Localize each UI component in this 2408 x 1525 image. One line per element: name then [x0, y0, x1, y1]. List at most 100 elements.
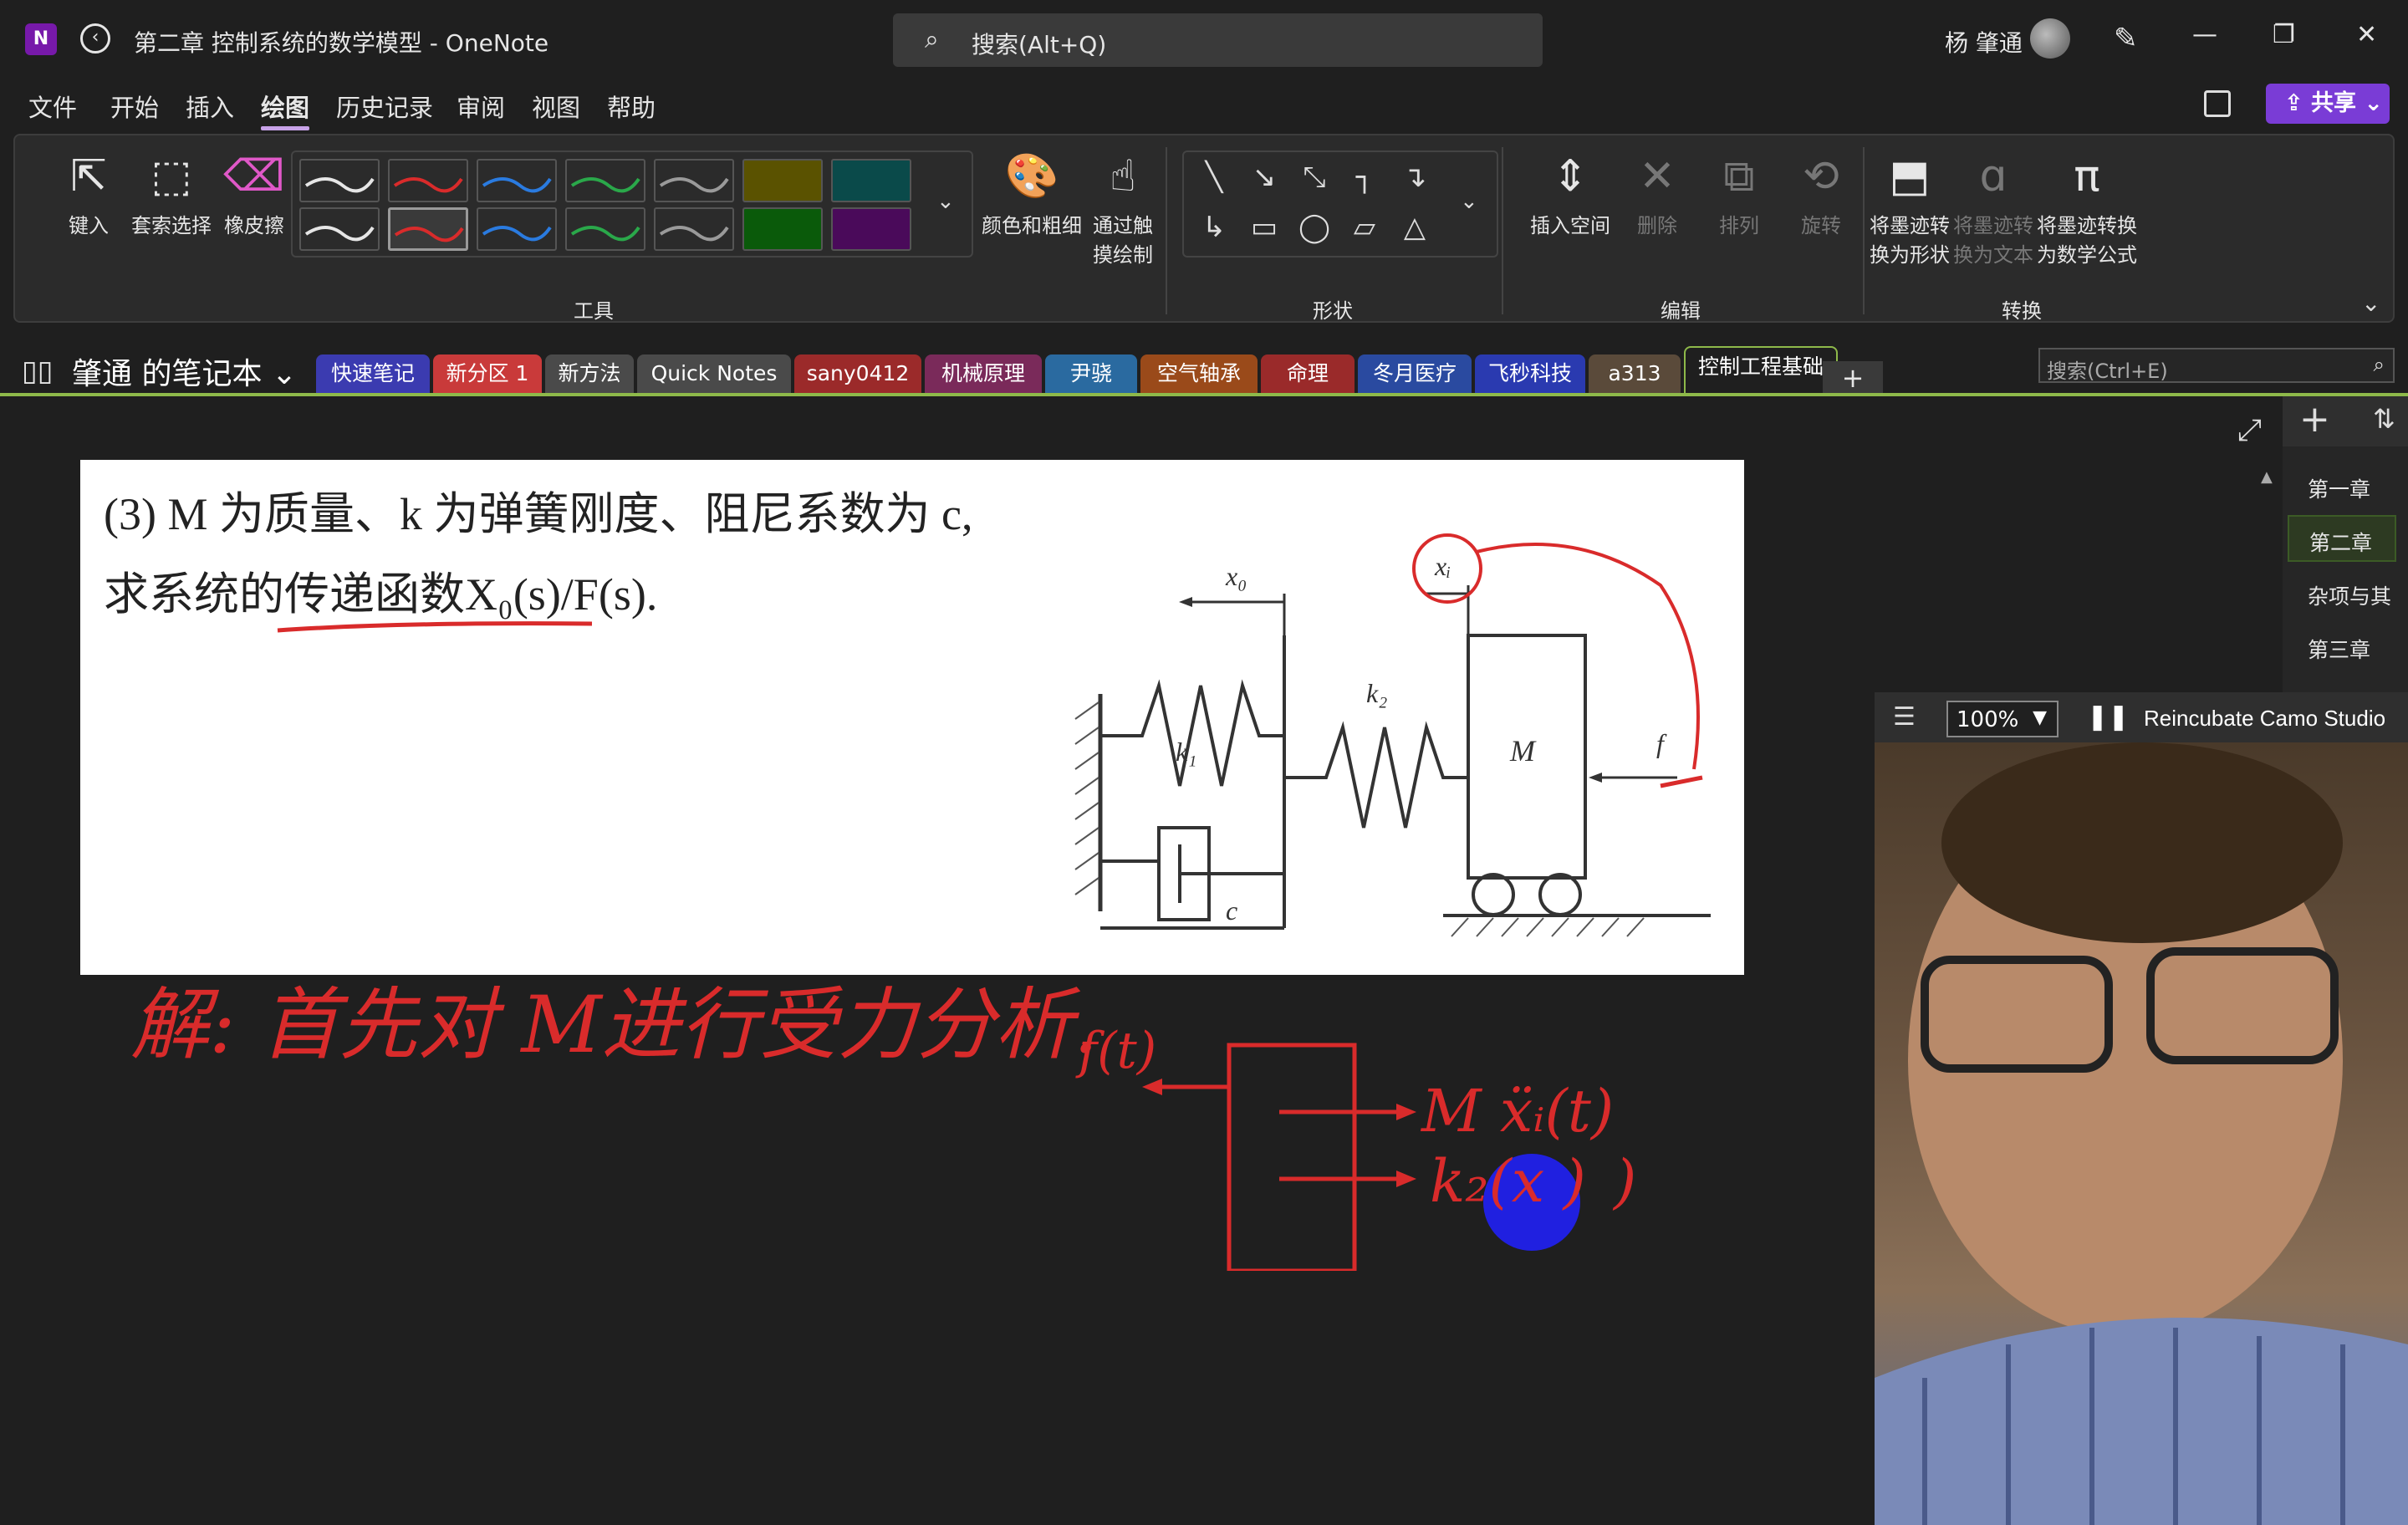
ink-to-math-button[interactable]: π 将墨迹转换为数学公式	[2035, 147, 2139, 268]
menu-file[interactable]: 文件	[28, 89, 77, 124]
section-tab[interactable]: 机械原理	[925, 354, 1042, 395]
minimize-button[interactable]: —	[2192, 20, 2217, 49]
touch-draw-button[interactable]: ☝ 通过触摸绘制	[1077, 147, 1169, 268]
page-item-misc[interactable]: 杂项与其	[2288, 570, 2396, 617]
pen-8[interactable]	[477, 207, 557, 251]
shape-gallery-expand-icon[interactable]: ⌄	[1460, 189, 1478, 214]
double-arrow-shape-icon[interactable]: ⤡	[1294, 157, 1334, 197]
section-tab[interactable]: 空气轴承	[1140, 354, 1258, 395]
pen-1[interactable]	[299, 159, 380, 202]
hamburger-menu-icon[interactable]: ☰	[1893, 702, 1916, 732]
elbow-shape-icon[interactable]: ┐	[1344, 157, 1385, 197]
ink-to-shape-button[interactable]: ⬒ 将墨迹转换为形状	[1868, 147, 1951, 268]
section-tab[interactable]: 新方法	[545, 354, 634, 395]
delete-button[interactable]: ✕ 删除	[1624, 147, 1691, 238]
page-item-chapter3[interactable]: 第三章	[2288, 624, 2396, 671]
notebook-icon[interactable]: ▯▯	[22, 354, 53, 388]
section-tab[interactable]: 飞秒科技	[1475, 354, 1585, 395]
fullscreen-expand-icon[interactable]: ⤢	[2237, 413, 2262, 448]
section-tab[interactable]: 快速笔记	[316, 354, 430, 395]
ink-solution-line: 解: 首先对 M进行受力分析.	[130, 980, 1099, 1071]
sort-pages-icon[interactable]: ⇅	[2373, 403, 2395, 435]
menu-review[interactable]: 审阅	[457, 89, 505, 124]
rotate-button[interactable]: ⟲ 旋转	[1788, 147, 1854, 238]
page-item-chapter1[interactable]: 第一章	[2288, 463, 2396, 510]
eraser-button[interactable]: ⌫ 橡皮擦	[212, 147, 296, 238]
parallelogram-shape-icon[interactable]: ▱	[1344, 207, 1385, 247]
ink-to-text-button[interactable]: ɑ 将墨迹转换为文本	[1951, 147, 2035, 268]
pen-5[interactable]	[654, 159, 734, 202]
notebook-name[interactable]: 肇通 的笔记本 ⌄	[72, 349, 297, 393]
ellipse-shape-icon[interactable]: ◯	[1294, 207, 1334, 247]
menu-history[interactable]: 历史记录	[336, 89, 433, 124]
section-tab[interactable]: sany0412	[794, 354, 921, 395]
restore-button[interactable]: ❐	[2273, 20, 2295, 49]
chevron-down-icon: ▼	[2033, 707, 2047, 728]
search-box[interactable]: ⌕ 搜索(Alt+Q)	[893, 13, 1543, 67]
shape-gallery: ╲ ↘ ⤡ ┐ ↴ ↳ ▭ ◯ ▱ △ ⌄	[1182, 150, 1498, 258]
avatar[interactable]	[2030, 18, 2070, 59]
lasso-select-button[interactable]: ⬚ 套索选择	[117, 147, 226, 238]
page-item-chapter2[interactable]: 第二章	[2288, 515, 2396, 562]
highlighter-4[interactable]	[831, 207, 911, 251]
collapse-ribbon-icon[interactable]: ⌄	[2361, 289, 2380, 317]
menu-bar: 文件 开始 插入 绘图 历史记录 审阅 视图 帮助	[0, 80, 2408, 132]
section-tab[interactable]: 新分区 1	[433, 354, 542, 395]
share-button[interactable]: ⇪ 共享 ⌄	[2266, 84, 2390, 124]
section-tab[interactable]: a313	[1589, 354, 1681, 395]
highlighter-2[interactable]	[831, 159, 911, 202]
ink-force-inertia: M ẍᵢ(t)	[1421, 1077, 1615, 1145]
pen-9[interactable]	[565, 207, 645, 251]
section-tab[interactable]: 控制工程基础	[1684, 346, 1838, 395]
close-button[interactable]: ✕	[2356, 20, 2377, 49]
label-xi: xᵢ	[1434, 551, 1451, 581]
pen-stroke-icon	[304, 226, 375, 242]
arrow-shape-icon[interactable]: ↘	[1244, 157, 1284, 197]
menu-help[interactable]: 帮助	[607, 89, 656, 124]
separator	[1863, 147, 1865, 314]
problem-line-2: 求系统的传递函数X₀(s)/F(s).	[104, 569, 658, 620]
highlighter-3[interactable]	[742, 207, 823, 251]
pen-4[interactable]	[565, 159, 645, 202]
add-page-icon[interactable]: +	[2299, 398, 2330, 441]
section-tab[interactable]: 命理	[1261, 354, 1354, 395]
scroll-up-icon[interactable]: ▲	[2261, 468, 2273, 486]
pen-2[interactable]	[388, 159, 468, 202]
sticky-notes-icon[interactable]	[2204, 90, 2231, 117]
pen-gallery-expand-icon[interactable]: ⌄	[936, 189, 955, 214]
menu-home[interactable]: 开始	[110, 89, 159, 124]
pen-7-selected[interactable]	[388, 207, 468, 251]
add-section-button[interactable]: +	[1823, 361, 1883, 395]
rectangle-shape-icon[interactable]: ▭	[1244, 207, 1284, 247]
section-tab[interactable]: Quick Notes	[637, 354, 791, 395]
ink-paren: )	[1614, 1147, 1637, 1216]
pen-icon[interactable]: ✎	[2114, 22, 2138, 55]
pen-stroke-icon	[304, 177, 375, 193]
arrange-button[interactable]: ⧉ 排列	[1706, 147, 1773, 238]
separator	[1502, 147, 1503, 314]
pen-10[interactable]	[654, 207, 734, 251]
pause-icon[interactable]: ❚❚	[2087, 702, 2129, 732]
menu-view[interactable]: 视图	[532, 89, 580, 124]
triangle-shape-icon[interactable]: △	[1395, 207, 1435, 247]
camo-zoom-select[interactable]: 100% ▼	[1946, 701, 2059, 737]
delete-x-icon: ✕	[1639, 151, 1676, 201]
user-name[interactable]: 杨 肇通	[1945, 25, 2023, 59]
menu-draw[interactable]: 绘图	[261, 89, 310, 130]
camo-toolbar: ☰ 100% ▼ ❚❚ Reincubate Camo Studio	[1875, 692, 2408, 742]
section-tab[interactable]: 尹骁	[1045, 354, 1137, 395]
highlighter-1[interactable]	[742, 159, 823, 202]
convert-group-label: 转换	[2002, 299, 2042, 323]
pen-6[interactable]	[299, 207, 380, 251]
back-button[interactable]: ‹	[80, 23, 110, 54]
elbow-arrow-shape-icon[interactable]: ↴	[1395, 157, 1435, 197]
search-icon: ⌕	[2373, 353, 2385, 376]
insert-space-button[interactable]: ⇕ 插入空间	[1512, 147, 1629, 238]
ink-to-math-icon: π	[2074, 151, 2100, 201]
corner-arrow-shape-icon[interactable]: ↳	[1194, 207, 1234, 247]
menu-insert[interactable]: 插入	[186, 89, 234, 124]
section-search-input[interactable]: 搜索(Ctrl+E) ⌕	[2038, 348, 2395, 383]
pen-3[interactable]	[477, 159, 557, 202]
line-shape-icon[interactable]: ╲	[1194, 157, 1234, 197]
section-tab[interactable]: 冬月医疗	[1358, 354, 1472, 395]
